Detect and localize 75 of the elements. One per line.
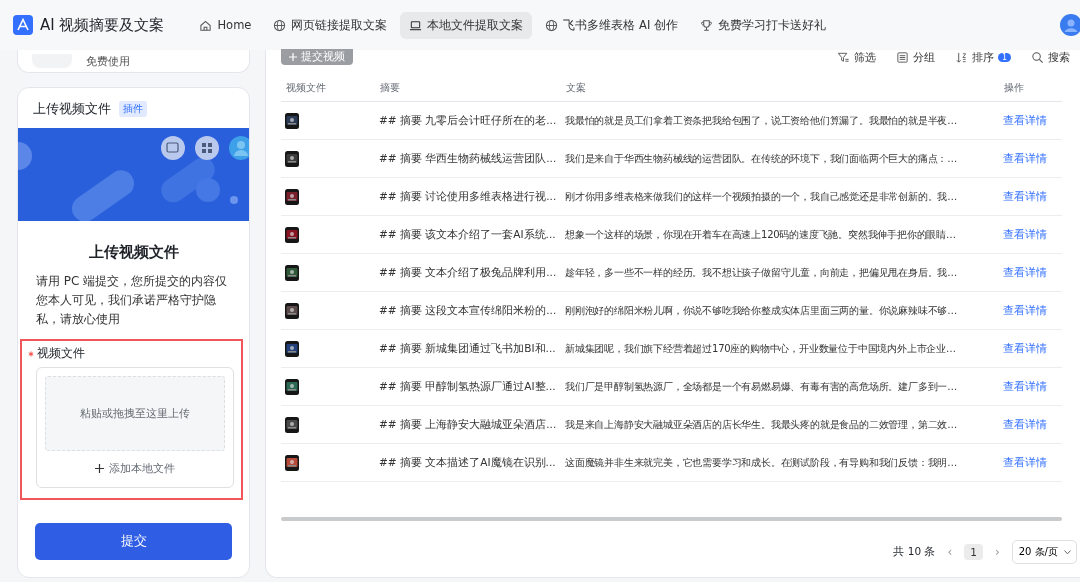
plus-icon [289, 53, 297, 61]
upload-field[interactable]: 粘贴或拖拽至这里上传 添加本地文件 [36, 367, 234, 488]
column-header: 视频文件 [281, 78, 375, 102]
details-link[interactable]: 查看详情 [1003, 265, 1047, 280]
page-size-select[interactable]: 20 条/页 [1011, 540, 1077, 564]
table-cell: ## 摘要 上海静安大融城亚朵酒店... [375, 406, 561, 444]
details-link[interactable]: 查看详情 [1003, 417, 1047, 432]
trophy-icon [700, 18, 713, 32]
column-header: 摘要 [375, 78, 561, 102]
details-link[interactable]: 查看详情 [1003, 303, 1047, 318]
avatar-icon[interactable] [1060, 14, 1080, 36]
app-title: AI 视频摘要及文案 [40, 15, 165, 35]
table-cell: ## 摘要 甲醇制氢热源厂通过AI整... [375, 368, 561, 406]
prev-page-button[interactable]: ‹ [947, 545, 953, 559]
submit-button[interactable]: 提交 [35, 523, 232, 560]
globe-icon [545, 18, 559, 32]
upload-heading: 上传视频文件 [87, 243, 180, 262]
caret-icon [1064, 549, 1071, 555]
list-icon [895, 50, 909, 64]
table-cell: 我们是来自于华西生物药械线的运营团队。在传统的环境下，我们面临两个巨大的痛点：… [565, 151, 957, 166]
toolbar-button[interactable]: 排序 1 [954, 49, 1011, 65]
details-link[interactable]: 查看详情 [1003, 379, 1047, 394]
toolbar-button[interactable]: 分组 [895, 49, 935, 65]
upload-description: 请用 PC 端提交，您所提交的内容仅您本人可见，我们承诺严格守护隐私，请放心使用 [35, 273, 229, 328]
plugin-badge: 插件 [119, 101, 147, 117]
table-cell: ## 摘要 文本介绍了极兔品牌利用... [375, 254, 561, 292]
search-icon [1031, 50, 1044, 64]
total-count: 共 10 条 [893, 545, 936, 559]
laptop-icon [409, 18, 423, 32]
toolbar-button[interactable]: 筛选 [836, 49, 876, 65]
nav-tab[interactable]: 本地文件提取文案 [400, 11, 533, 39]
details-link[interactable]: 查看详情 [1003, 189, 1047, 204]
table-cell: ## 摘要 讨论使用多维表格进行视... [375, 178, 561, 216]
details-link[interactable]: 查看详情 [1003, 151, 1047, 166]
toolbar-button[interactable]: 搜索 [1031, 49, 1070, 65]
table-cell: 刚刚泡好的绵阳米粉儿啊，你说不够吃我给你整成实体店里面三两的量。你说麻辣味不够… [565, 303, 957, 318]
next-page-button[interactable]: › [994, 545, 1000, 559]
table-cell: ## 摘要 这段文本宣传绵阳米粉的... [375, 292, 561, 330]
details-link[interactable]: 查看详情 [1003, 341, 1047, 356]
table-cell: ## 摘要 九零后会计旺仔所在的老... [375, 102, 561, 140]
table-cell: 这面魔镜并非生来就完美，它也需要学习和成长。在测试阶段，有导购和我们反馈：我明… [565, 455, 957, 470]
promo-text: 免费使用 [86, 53, 130, 69]
table-cell: 趁年轻，多一些不一样的经历。我不想让孩子做留守儿童，向前走，把偏见甩在身后。我… [565, 265, 957, 280]
table-cell: 我最怕的就是员工们拿着工资条把我给包围了，说工资给他们算漏了。我最怕的就是半夜… [565, 113, 957, 128]
details-link[interactable]: 查看详情 [1003, 113, 1047, 128]
details-link[interactable]: 查看详情 [1003, 455, 1047, 470]
table-cell: 想象一个这样的场景，你现在开着车在高速上120码的速度飞驰。突然我伸手把你的眼睛… [565, 227, 956, 242]
table-cell: ## 摘要 新城集团通过飞书加BI和... [375, 330, 561, 368]
table-cell: 我是来自上海静安大融城亚朵酒店的店长华生。我最头疼的就是食品的二效管理，第二效… [565, 417, 957, 432]
nav-tab[interactable]: 飞书多维表格 AI 创作 [536, 11, 687, 39]
column-header: 操作 [999, 78, 1062, 102]
page-button[interactable]: 1 [964, 544, 983, 560]
table-cell: ## 摘要 华西生物药械线运营团队... [375, 140, 561, 178]
details-link[interactable]: 查看详情 [1003, 227, 1047, 242]
table-cell: 刚才你用多维表格来做我们的这样一个视频拍摄的一个，我自己感觉还是非常创新的。我… [565, 189, 957, 204]
home-icon [199, 18, 213, 32]
table-cell: ## 摘要 文本描述了AI魔镜在识别... [375, 444, 561, 482]
table-cell: 我们厂是甲醇制氢热源厂，全场都是一个有易燃易爆、有毒有害的高危场所。建厂多到一… [565, 379, 957, 394]
sort-icon [954, 50, 968, 64]
nav-tab[interactable]: 网页链接提取文案 [264, 11, 397, 39]
filter-icon [836, 50, 850, 64]
app-logo-icon [13, 15, 33, 35]
table-cell: 新城集团呢，我们旗下经营着超过170座的购物中心，开业数量位于中国境内外上市企业… [565, 341, 956, 356]
plus-icon [95, 464, 104, 473]
table-cell: ## 摘要 该文本介绍了一套AI系统... [375, 216, 561, 254]
drop-zone[interactable]: 粘贴或拖拽至这里上传 [45, 376, 225, 451]
globe-icon [273, 18, 287, 32]
count-badge: 1 [997, 52, 1011, 62]
add-file-button[interactable]: 添加本地文件 [89, 461, 181, 477]
field-label: 视频文件 [37, 345, 85, 362]
column-header: 文案 [561, 78, 999, 102]
card-title: 上传视频文件 [33, 100, 111, 118]
nav-tab[interactable]: 免费学习打卡送好礼 [691, 11, 835, 39]
scrollbar[interactable] [281, 517, 1062, 521]
nav-tab[interactable]: Home [190, 11, 261, 39]
